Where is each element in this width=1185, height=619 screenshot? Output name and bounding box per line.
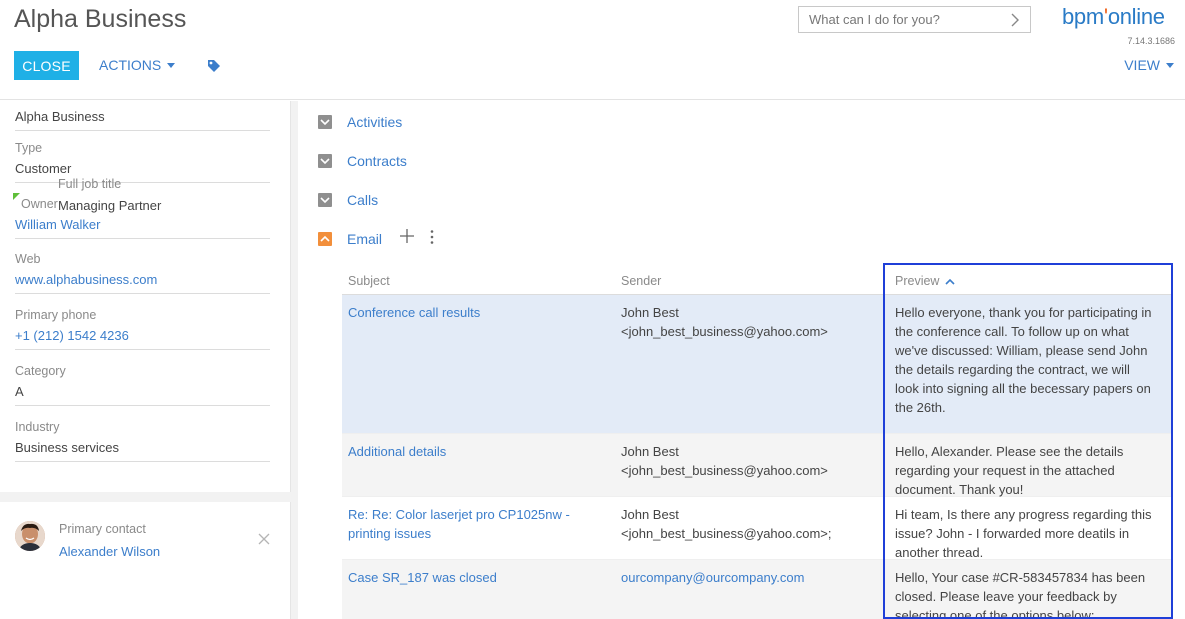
column-subject[interactable]: Subject [348, 274, 390, 288]
industry-field[interactable]: Industry Business services [15, 420, 270, 462]
panel-separator [0, 492, 291, 502]
phone-field[interactable]: Primary phone +1 (212) 1542 4236 [15, 308, 270, 350]
field-label: Primary phone [15, 308, 97, 322]
column-preview[interactable]: Preview [895, 274, 956, 288]
category-field[interactable]: Category A [15, 364, 270, 406]
collapse-icon[interactable] [318, 232, 332, 246]
section-email[interactable]: Email [318, 231, 382, 247]
web-value[interactable]: www.alphabusiness.com [15, 272, 270, 294]
contact-label: Primary contact [59, 522, 146, 536]
table-row[interactable]: Case SR_187 was closed ourcompany@ourcom… [342, 560, 1173, 619]
chevron-down-icon [1166, 62, 1174, 68]
sort-ascending-icon [945, 278, 956, 285]
column-preview-label: Preview [895, 274, 940, 288]
column-sender[interactable]: Sender [621, 274, 661, 288]
email-sender[interactable]: ourcompany@ourcompany.com [621, 568, 871, 587]
chevron-right-icon[interactable] [1009, 13, 1021, 27]
logo-text: bpm [1062, 4, 1104, 29]
email-preview: Hi team, Is there any progress regarding… [895, 507, 1152, 560]
grid-header: Subject Sender Preview [342, 264, 1173, 295]
logo-text-2: online [1107, 4, 1165, 29]
account-name-field[interactable]: Alpha Business [15, 109, 270, 131]
close-button[interactable]: CLOSE [14, 51, 79, 80]
expand-icon[interactable] [318, 193, 332, 207]
section-calls[interactable]: Calls [318, 192, 378, 208]
top-bar: Alpha Business CLOSE ACTIONS bpm'online … [0, 0, 1185, 100]
field-label: Category [15, 364, 66, 378]
table-row[interactable]: Re: Re: Color laserjet pro CP1025nw - pr… [342, 497, 1173, 560]
type-value[interactable]: Customer [15, 161, 270, 183]
profile-panel: Alpha Business Type Customer Owner Willi… [0, 101, 291, 619]
email-subject[interactable]: Additional details [348, 442, 598, 461]
actions-dropdown[interactable]: ACTIONS [99, 57, 176, 73]
version-label: 7.14.3.1686 [1127, 36, 1175, 46]
email-subject[interactable]: Case SR_187 was closed [348, 568, 598, 587]
actions-label: ACTIONS [99, 57, 162, 73]
logo: bpm'online [1062, 4, 1165, 30]
command-search[interactable] [798, 6, 1031, 33]
section-title[interactable]: Calls [347, 192, 378, 208]
email-sender: John Best <john_best_business@yahoo.com> [621, 305, 828, 339]
avatar [15, 521, 45, 551]
email-sender: John Best <john_best_business@yahoo.com> [621, 444, 828, 478]
category-value[interactable]: A [15, 384, 270, 406]
close-icon[interactable] [257, 532, 271, 546]
field-label: Web [15, 252, 41, 266]
type-field[interactable]: Type Customer [15, 141, 270, 183]
expand-icon[interactable] [318, 154, 332, 168]
account-name[interactable]: Alpha Business [15, 109, 270, 131]
email-grid: Subject Sender Preview Conference call r… [342, 264, 1173, 619]
search-input[interactable] [809, 12, 999, 27]
table-row[interactable]: Additional details John Best <john_best_… [342, 434, 1173, 497]
section-title[interactable]: Email [347, 231, 382, 247]
contact-name-link[interactable]: Alexander Wilson [59, 544, 160, 559]
section-title[interactable]: Activities [347, 114, 402, 130]
job-title-value: Managing Partner [58, 198, 162, 213]
primary-contact-card: Primary contact Alexander Wilson [0, 502, 291, 619]
view-dropdown[interactable]: VIEW [1124, 57, 1174, 73]
job-title-label: Full job title [58, 177, 122, 191]
add-icon[interactable] [400, 229, 414, 243]
view-label: VIEW [1124, 57, 1160, 73]
chevron-down-icon [167, 62, 176, 68]
email-subject[interactable]: Conference call results [348, 303, 598, 322]
phone-value[interactable]: +1 (212) 1542 4236 [15, 328, 270, 350]
email-preview: Hello everyone, thank you for participat… [895, 305, 1152, 415]
email-subject[interactable]: Re: Re: Color laserjet pro CP1025nw - pr… [348, 505, 598, 543]
panel-gap [291, 101, 298, 619]
tag-icon[interactable] [206, 58, 222, 74]
page-title: Alpha Business [14, 5, 187, 33]
web-field[interactable]: Web www.alphabusiness.com [15, 252, 270, 294]
section-activities[interactable]: Activities [318, 114, 402, 130]
email-sender: John Best <john_best_business@yahoo.com>… [621, 507, 832, 541]
field-label: Type [15, 141, 43, 155]
section-contracts[interactable]: Contracts [318, 153, 407, 169]
detail-area: Activities Contracts Calls Email Subject… [298, 101, 1185, 619]
email-preview: Hello, Your case #CR-583457834 has been … [895, 570, 1146, 619]
expand-icon[interactable] [318, 115, 332, 129]
required-marker [13, 193, 20, 200]
more-options-icon[interactable] [429, 229, 435, 245]
section-title[interactable]: Contracts [347, 153, 407, 169]
owner-value[interactable]: William Walker [15, 217, 270, 239]
email-preview: Hello, Alexander. Please see the details… [895, 444, 1124, 497]
industry-value[interactable]: Business services [15, 440, 270, 462]
field-label: Industry [15, 420, 60, 434]
table-row[interactable]: Conference call results John Best <john_… [342, 295, 1173, 434]
